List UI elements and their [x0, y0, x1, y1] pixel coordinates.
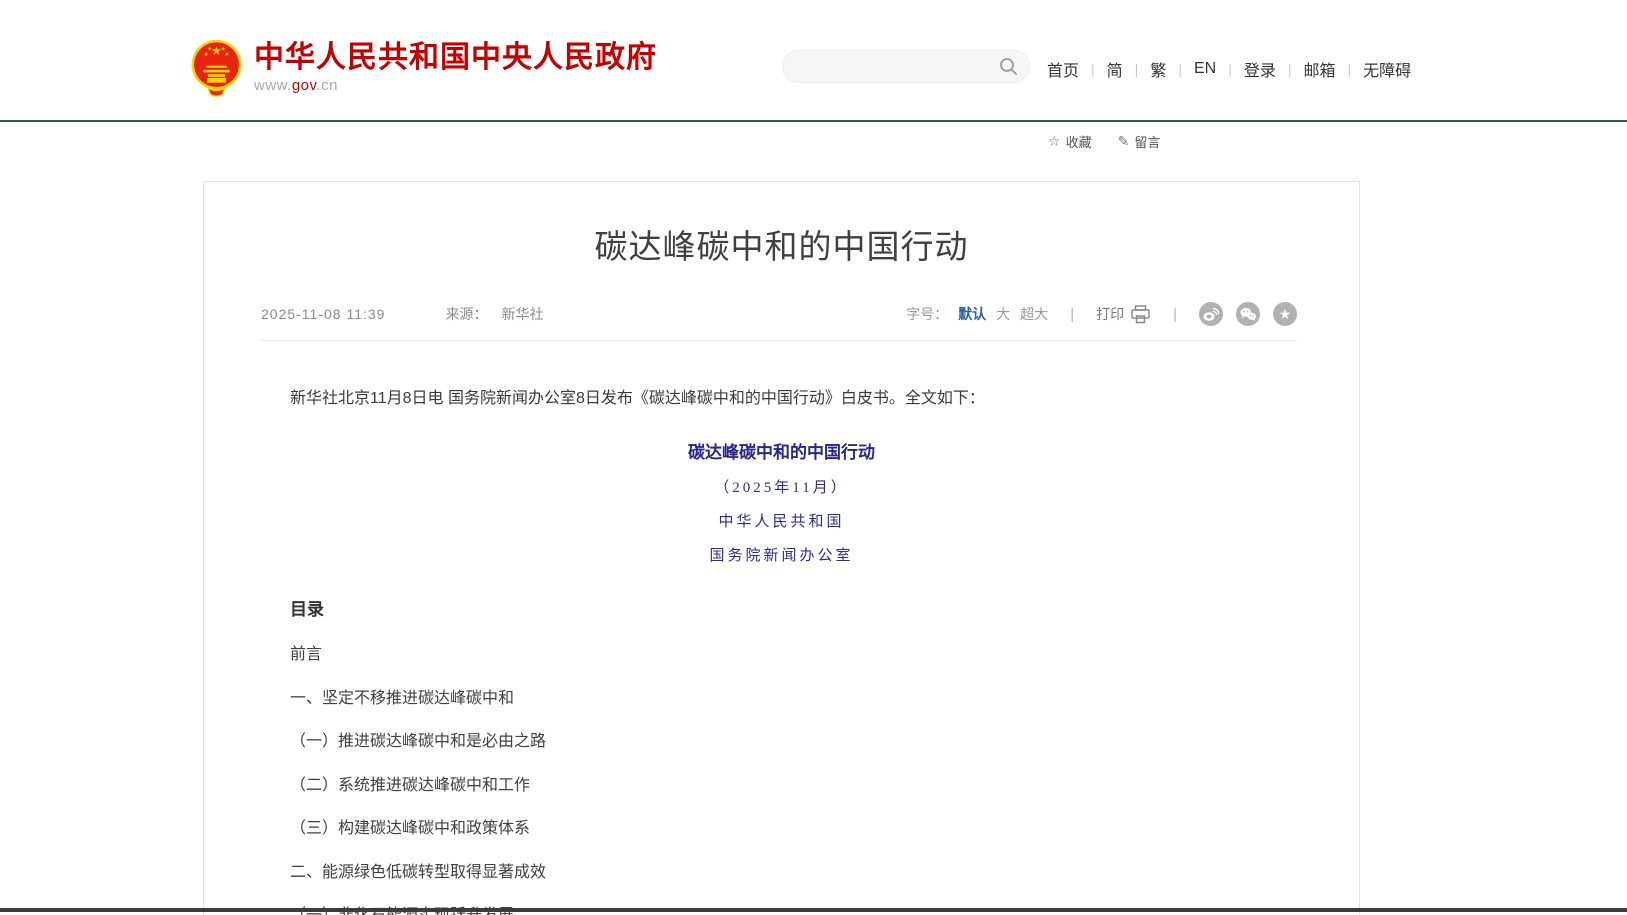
site-header: ★ ★ ★ ★ ★ 中华人民共和国中央人民政府 www.gov.cn [0, 0, 1627, 120]
article-intro-paragraph: 新华社北京11月8日电 国务院新闻办公室8日发布《碳达峰碳中和的中国行动》白皮书… [290, 387, 1273, 411]
favorite-button[interactable]: ☆ 收藏 [1048, 132, 1092, 151]
weibo-share-icon[interactable] [1199, 302, 1223, 326]
nav-traditional[interactable]: 繁 [1148, 57, 1168, 81]
search-button[interactable] [995, 50, 1029, 83]
toc-item-section1-1: （一）推进碳达峰碳中和是必由之路 [290, 734, 1273, 750]
print-label: 打印 [1096, 304, 1124, 324]
nav-login[interactable]: 登录 [1242, 57, 1278, 81]
font-size-xlarge-button[interactable]: 超大 [1020, 304, 1048, 324]
nav-separator: | [1288, 61, 1292, 77]
article-title: 碳达峰碳中和的中国行动 [204, 220, 1359, 268]
toc-item-section1-3: （三）构建碳达峰碳中和政策体系 [290, 821, 1273, 837]
page: ★ ★ ★ ★ ★ 中华人民共和国中央人民政府 www.gov.cn [0, 0, 1627, 915]
nav-separator: | [1178, 61, 1182, 77]
pencil-icon: ✎ [1118, 133, 1130, 150]
top-nav: 首页 | 简 | 繁 | EN | 登录 | 邮箱 | 无障碍 [1045, 57, 1413, 81]
meta-separator: | [1070, 306, 1074, 323]
font-size-large-button[interactable]: 大 [996, 304, 1010, 324]
svg-text:★: ★ [221, 45, 226, 52]
article-meta-left: 2025-11-08 11:39 来源： 新华社 [261, 304, 543, 324]
whitepaper-title: 碳达峰碳中和的中国行动 [290, 438, 1273, 463]
print-button[interactable]: 打印 [1096, 304, 1151, 324]
search-icon [999, 57, 1018, 76]
nav-accessibility[interactable]: 无障碍 [1361, 57, 1413, 81]
font-size-label: 字号： [906, 304, 948, 324]
site-url-prefix: www. [254, 77, 292, 94]
quick-actions: ☆ 收藏 ✎ 留言 [1048, 132, 1160, 151]
nav-mail[interactable]: 邮箱 [1302, 57, 1338, 81]
toc-item-preface: 前言 [290, 647, 1273, 663]
favorite-label: 收藏 [1066, 132, 1092, 151]
printer-icon [1130, 305, 1151, 324]
site-logo[interactable]: ★ ★ ★ ★ ★ 中华人民共和国中央人民政府 www.gov.cn [188, 38, 657, 97]
nav-simplified[interactable]: 简 [1105, 57, 1125, 81]
whitepaper-date: （2025年11月） [290, 476, 1273, 497]
comment-label: 留言 [1134, 132, 1160, 151]
toc-item-section1-2: （二）系统推进碳达峰碳中和工作 [290, 778, 1273, 794]
search-box [782, 50, 1030, 83]
toc-heading: 目录 [290, 595, 1273, 620]
search-input[interactable] [783, 51, 995, 82]
toc-list: 前言 一、坚定不移推进碳达峰碳中和 （一）推进碳达峰碳中和是必由之路 （二）系统… [290, 647, 1273, 915]
nav-separator: | [1091, 61, 1095, 77]
whitepaper-author-line2: 国务院新闻办公室 [290, 544, 1273, 565]
logo-text: 中华人民共和国中央人民政府 www.gov.cn [254, 41, 657, 94]
article-date: 2025-11-08 11:39 [261, 306, 385, 322]
article-content: 新华社北京11月8日电 国务院新闻办公室8日发布《碳达峰碳中和的中国行动》白皮书… [290, 387, 1273, 915]
share-icons: ★ [1199, 302, 1297, 326]
national-emblem-icon: ★ ★ ★ ★ ★ [188, 38, 245, 97]
whitepaper-author-line1: 中华人民共和国 [290, 510, 1273, 531]
site-url-suffix: .cn [316, 77, 338, 94]
star-outline-icon: ☆ [1048, 133, 1061, 150]
source-value[interactable]: 新华社 [501, 304, 543, 324]
header-divider [0, 120, 1627, 122]
font-size-default-button[interactable]: 默认 [958, 304, 986, 324]
site-url: www.gov.cn [254, 77, 657, 94]
toc-item-section1: 一、坚定不移推进碳达峰碳中和 [290, 691, 1273, 707]
bottom-edge-bar [0, 908, 1627, 912]
nav-separator: | [1348, 61, 1352, 77]
article-meta-right: 字号： 默认 大 超大 | 打印 | [906, 302, 1297, 326]
toc-item-section2: 二、能源绿色低碳转型取得显著成效 [290, 865, 1273, 881]
site-url-gov: gov [292, 77, 317, 94]
meta-separator: | [1173, 306, 1177, 323]
source-label: 来源： [445, 304, 487, 324]
site-title: 中华人民共和国中央人民政府 [254, 41, 657, 75]
wechat-share-icon[interactable] [1236, 302, 1260, 326]
comment-button[interactable]: ✎ 留言 [1118, 132, 1161, 151]
qzone-share-icon[interactable]: ★ [1273, 302, 1297, 326]
article-container: 碳达峰碳中和的中国行动 2025-11-08 11:39 来源： 新华社 字号：… [203, 181, 1360, 915]
svg-text:★: ★ [1279, 306, 1292, 322]
nav-english[interactable]: EN [1192, 60, 1218, 78]
nav-separator: | [1228, 61, 1232, 77]
nav-separator: | [1135, 61, 1139, 77]
nav-home[interactable]: 首页 [1045, 57, 1081, 81]
svg-text:★: ★ [207, 45, 212, 52]
article-meta-row: 2025-11-08 11:39 来源： 新华社 字号： 默认 大 超大 | 打… [261, 302, 1297, 341]
